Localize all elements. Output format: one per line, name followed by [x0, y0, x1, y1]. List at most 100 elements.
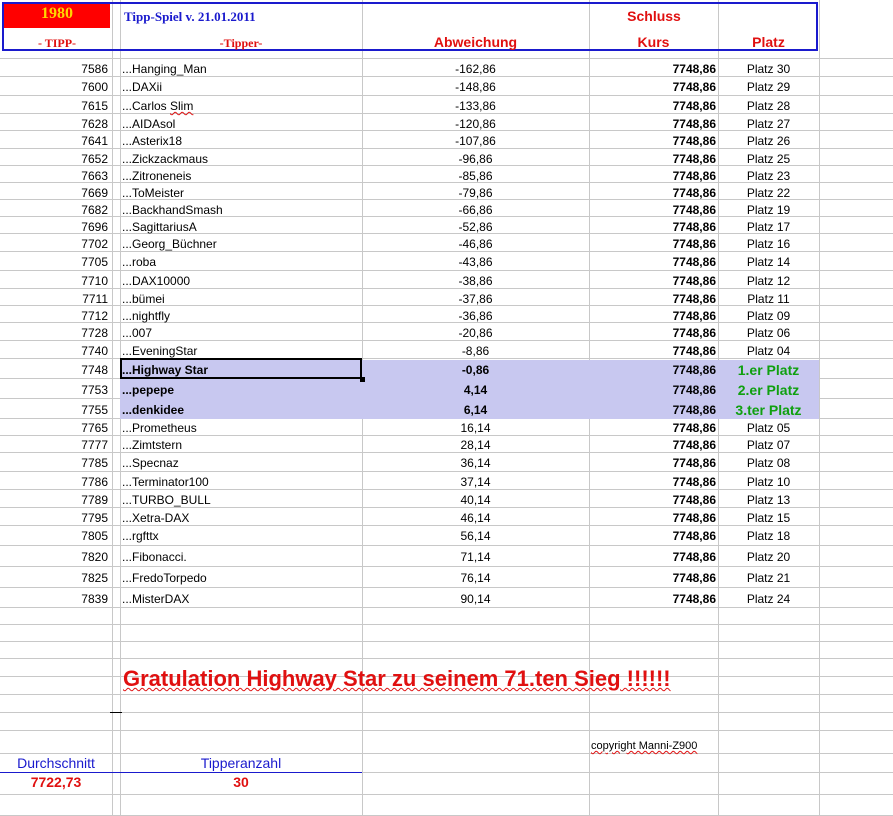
- abweichung-value[interactable]: 16,14: [362, 421, 589, 435]
- tipp-value[interactable]: 7652: [4, 152, 108, 166]
- abweichung-value[interactable]: -133,86: [362, 99, 589, 113]
- abweichung-value[interactable]: 46,14: [362, 511, 589, 525]
- abweichung-value[interactable]: 76,14: [362, 571, 589, 585]
- tipper-name[interactable]: ...Hanging_Man: [122, 62, 360, 76]
- tipp-value[interactable]: 7641: [4, 134, 108, 148]
- platz-value[interactable]: Platz 27: [718, 117, 819, 131]
- tipper-name[interactable]: ...Xetra-DAX: [122, 511, 360, 525]
- tipper-name[interactable]: ...Zimtstern: [122, 438, 360, 452]
- platz-value[interactable]: Platz 28: [718, 99, 819, 113]
- platz-value[interactable]: Platz 10: [718, 475, 819, 489]
- tipp-value[interactable]: 7825: [4, 571, 108, 585]
- kurs-value[interactable]: 7748,86: [590, 134, 716, 148]
- fill-handle[interactable]: [360, 377, 365, 382]
- kurs-value[interactable]: 7748,86: [590, 438, 716, 452]
- tipper-name[interactable]: ...denkidee: [122, 403, 360, 417]
- tipper-name[interactable]: ...rgfttx: [122, 529, 360, 543]
- tipper-name[interactable]: ...DAXii: [122, 80, 360, 94]
- platz-value[interactable]: Platz 12: [718, 274, 819, 288]
- tipp-value[interactable]: 7702: [4, 237, 108, 251]
- abweichung-value[interactable]: -43,86: [362, 255, 589, 269]
- kurs-value[interactable]: 7748,86: [590, 169, 716, 183]
- kurs-value[interactable]: 7748,86: [590, 493, 716, 507]
- kurs-value[interactable]: 7748,86: [590, 186, 716, 200]
- platz-value[interactable]: 3.ter Platz: [718, 403, 819, 417]
- tipper-name[interactable]: ...Specnaz: [122, 456, 360, 470]
- abweichung-value[interactable]: 56,14: [362, 529, 589, 543]
- abweichung-value[interactable]: -162,86: [362, 62, 589, 76]
- abweichung-value[interactable]: 36,14: [362, 456, 589, 470]
- abweichung-value[interactable]: -120,86: [362, 117, 589, 131]
- platz-value[interactable]: Platz 14: [718, 255, 819, 269]
- platz-value[interactable]: Platz 09: [718, 309, 819, 323]
- tipp-value[interactable]: 7705: [4, 255, 108, 269]
- tipp-value[interactable]: 7600: [4, 80, 108, 94]
- kurs-value[interactable]: 7748,86: [590, 550, 716, 564]
- abweichung-value[interactable]: 28,14: [362, 438, 589, 452]
- tipp-value[interactable]: 7740: [4, 344, 108, 358]
- tipper-name[interactable]: ...BackhandSmash: [122, 203, 360, 217]
- tipp-value[interactable]: 7711: [4, 292, 108, 306]
- kurs-value[interactable]: 7748,86: [590, 309, 716, 323]
- tipper-name[interactable]: ...Zickzackmaus: [122, 152, 360, 166]
- kurs-value[interactable]: 7748,86: [590, 326, 716, 340]
- kurs-value[interactable]: 7748,86: [590, 80, 716, 94]
- platz-value[interactable]: 2.er Platz: [718, 383, 819, 397]
- abweichung-value[interactable]: 90,14: [362, 592, 589, 606]
- kurs-value[interactable]: 7748,86: [590, 62, 716, 76]
- kurs-value[interactable]: 7748,86: [590, 529, 716, 543]
- tipp-value[interactable]: 7615: [4, 99, 108, 113]
- abweichung-value[interactable]: 71,14: [362, 550, 589, 564]
- tipper-name[interactable]: ...FredoTorpedo: [122, 571, 360, 585]
- abweichung-value[interactable]: -107,86: [362, 134, 589, 148]
- tipper-name[interactable]: ...Prometheus: [122, 421, 360, 435]
- tipp-value[interactable]: 7663: [4, 169, 108, 183]
- tipp-value[interactable]: 7786: [4, 475, 108, 489]
- abweichung-value[interactable]: -36,86: [362, 309, 589, 323]
- abweichung-value[interactable]: 6,14: [362, 403, 589, 417]
- tipp-value[interactable]: 7777: [4, 438, 108, 452]
- kurs-value[interactable]: 7748,86: [590, 421, 716, 435]
- tipper-name[interactable]: ...TURBO_BULL: [122, 493, 360, 507]
- tipper-name[interactable]: ...Carlos Slim: [122, 99, 360, 113]
- tipper-name[interactable]: ...ToMeister: [122, 186, 360, 200]
- tipp-value[interactable]: 7805: [4, 529, 108, 543]
- platz-value[interactable]: Platz 07: [718, 438, 819, 452]
- platz-value[interactable]: Platz 11: [718, 292, 819, 306]
- abweichung-value[interactable]: -52,86: [362, 220, 589, 234]
- tipp-value[interactable]: 7839: [4, 592, 108, 606]
- abweichung-value[interactable]: 40,14: [362, 493, 589, 507]
- platz-value[interactable]: Platz 24: [718, 592, 819, 606]
- tipp-value[interactable]: 7785: [4, 456, 108, 470]
- platz-value[interactable]: Platz 08: [718, 456, 819, 470]
- tipp-value[interactable]: 7669: [4, 186, 108, 200]
- abweichung-value[interactable]: -38,86: [362, 274, 589, 288]
- platz-value[interactable]: Platz 13: [718, 493, 819, 507]
- tipper-name[interactable]: ...nightfly: [122, 309, 360, 323]
- tipper-name[interactable]: ...007: [122, 326, 360, 340]
- tipper-name[interactable]: ...SagittariusA: [122, 220, 360, 234]
- tipper-name[interactable]: ...Georg_Büchner: [122, 237, 360, 251]
- durchschnitt-value[interactable]: 7722,73: [4, 775, 108, 789]
- kurs-value[interactable]: 7748,86: [590, 475, 716, 489]
- kurs-value[interactable]: 7748,86: [590, 511, 716, 525]
- platz-value[interactable]: 1.er Platz: [718, 363, 819, 377]
- platz-value[interactable]: Platz 05: [718, 421, 819, 435]
- tipper-name[interactable]: ...bümei: [122, 292, 360, 306]
- abweichung-value[interactable]: -148,86: [362, 80, 589, 94]
- kurs-value[interactable]: 7748,86: [590, 571, 716, 585]
- kurs-value[interactable]: 7748,86: [590, 274, 716, 288]
- tipp-value[interactable]: 7696: [4, 220, 108, 234]
- platz-value[interactable]: Platz 25: [718, 152, 819, 166]
- tipp-value[interactable]: 7755: [4, 403, 108, 417]
- platz-value[interactable]: Platz 21: [718, 571, 819, 585]
- tipp-value[interactable]: 7628: [4, 117, 108, 131]
- tipp-value[interactable]: 7586: [4, 62, 108, 76]
- abweichung-value[interactable]: 37,14: [362, 475, 589, 489]
- tipp-value[interactable]: 7710: [4, 274, 108, 288]
- abweichung-value[interactable]: -8,86: [362, 344, 589, 358]
- abweichung-value[interactable]: -37,86: [362, 292, 589, 306]
- tipper-name[interactable]: ...DAX10000: [122, 274, 360, 288]
- tipp-value[interactable]: 7789: [4, 493, 108, 507]
- kurs-value[interactable]: 7748,86: [590, 237, 716, 251]
